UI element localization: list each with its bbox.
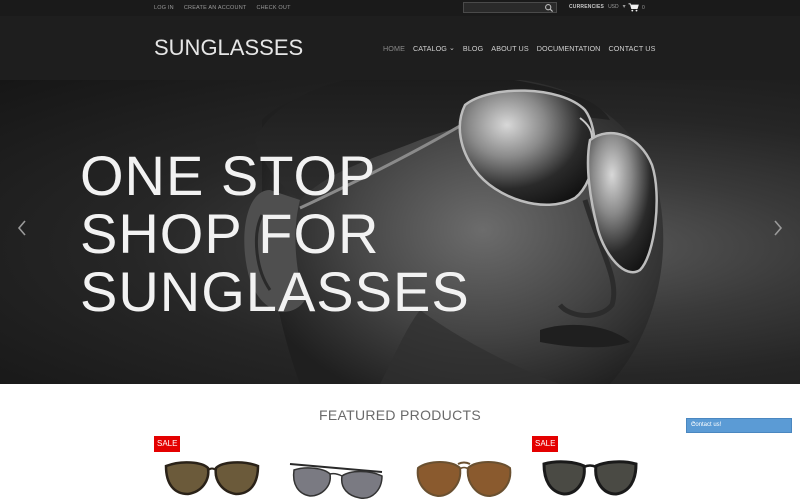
search-box xyxy=(463,2,557,13)
hero-line: SUNGLASSES xyxy=(80,260,470,323)
nav-home[interactable]: HOME xyxy=(383,44,405,53)
hero-slider: ONE STOP SHOP FOR SUNGLASSES xyxy=(0,80,800,384)
checkout-link[interactable]: CHECK OUT xyxy=(256,4,290,12)
site-logo[interactable]: SUNGLASSES xyxy=(154,36,303,60)
product-image[interactable] xyxy=(288,458,388,500)
create-account-link[interactable]: CREATE AN ACCOUNT xyxy=(184,4,247,12)
chevron-down-icon: ▾ xyxy=(622,4,626,10)
currency-selector[interactable]: CURRENCIES USD ▾ xyxy=(569,4,626,10)
login-link[interactable]: LOG IN xyxy=(154,4,174,12)
product-image[interactable] xyxy=(162,458,262,500)
slider-next-arrow-icon[interactable] xyxy=(770,218,786,238)
cart-icon xyxy=(628,3,639,12)
currency-value: USD xyxy=(608,4,619,10)
site-header: SUNGLASSES HOME CATALOG ⌄ BLOG ABOUT US D… xyxy=(0,16,800,80)
contact-us-widget[interactable]: Contact us! ⌃ xyxy=(686,418,792,433)
search-icon[interactable] xyxy=(544,3,554,13)
slider-prev-arrow-icon[interactable] xyxy=(14,218,30,238)
sale-badge: SALE xyxy=(154,436,181,452)
hero-headline: ONE STOP SHOP FOR SUNGLASSES xyxy=(80,147,470,321)
nav-blog[interactable]: BLOG xyxy=(463,44,483,53)
product-image[interactable] xyxy=(414,458,514,500)
section-title: FEATURED PRODUCTS xyxy=(319,407,481,423)
sale-badge: SALE xyxy=(532,436,559,452)
hero-line: ONE STOP xyxy=(80,144,377,207)
nav-catalog-label: CATALOG xyxy=(412,44,447,53)
search-input[interactable] xyxy=(466,4,544,11)
cart-count: 0 xyxy=(642,4,645,11)
currencies-label: CURRENCIES xyxy=(569,4,605,10)
cart-button[interactable]: 0 xyxy=(628,3,645,12)
featured-products-section: FEATURED PRODUCTS SALE SALE xyxy=(0,384,800,500)
nav-documentation[interactable]: DOCUMENTATION xyxy=(537,44,601,53)
chevron-up-icon: ⌃ xyxy=(691,422,697,429)
top-bar: LOG IN CREATE AN ACCOUNT CHECK OUT CURRE… xyxy=(0,0,800,16)
hero-line: SHOP FOR xyxy=(80,202,380,265)
nav-catalog[interactable]: CATALOG ⌄ xyxy=(413,44,455,53)
nav-about-us[interactable]: ABOUT US xyxy=(491,44,528,53)
product-image[interactable] xyxy=(540,458,640,500)
nav-contact-us[interactable]: CONTACT US xyxy=(608,44,655,53)
main-nav: HOME CATALOG ⌄ BLOG ABOUT US DOCUMENTATIO… xyxy=(383,44,656,53)
chevron-down-icon: ⌄ xyxy=(448,45,455,52)
account-links: LOG IN CREATE AN ACCOUNT CHECK OUT xyxy=(154,4,291,12)
